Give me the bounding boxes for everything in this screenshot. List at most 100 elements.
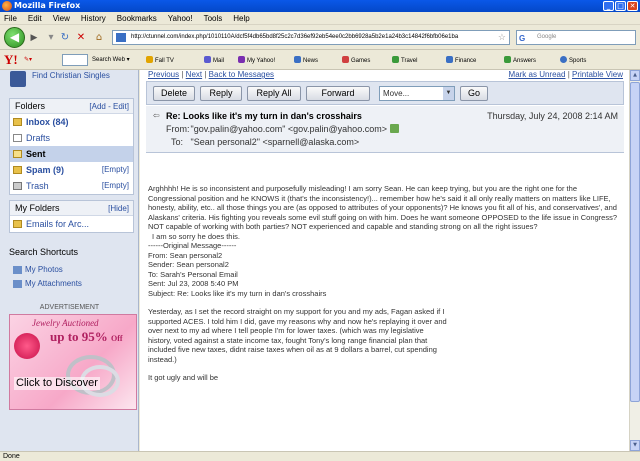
trash-icon	[13, 182, 22, 190]
forward-arrow-icon[interactable]: ▶	[27, 31, 41, 45]
back-to-messages-link[interactable]: Back to Messages	[209, 70, 274, 79]
home-icon[interactable]: ⌂	[92, 31, 106, 45]
close-button[interactable]: ✕	[627, 1, 638, 11]
window-titlebar: Mozilla Firefox _ □ ✕	[0, 0, 640, 12]
folders-title: Folders	[15, 101, 46, 111]
my-folders-title: My Folders	[15, 203, 60, 213]
forward-button[interactable]: Forward	[306, 86, 370, 101]
folder-spam[interactable]: Spam (9) [Empty]	[10, 162, 133, 178]
to-address[interactable]: "Sean personal2" <sparnell@alaska.com>	[191, 137, 360, 147]
move-select[interactable]: Move... ▼	[379, 86, 455, 101]
stop-icon[interactable]: ✕	[74, 31, 88, 45]
yahoo-item-finance[interactable]: Finance	[446, 56, 476, 64]
to-line: To: "Sean personal2" <sparnell@alaska.co…	[166, 137, 359, 147]
folder-inbox[interactable]: Inbox (84)	[10, 114, 133, 130]
yahoo-logo-icon[interactable]: Y!	[4, 52, 18, 68]
advertisement-label: ADVERTISEMENT	[39, 304, 100, 311]
mail-sidebar: Find Christian Singles Folders [Add - Ed…	[0, 70, 139, 451]
yahoo-search-input[interactable]	[62, 54, 88, 66]
page-scrollbar[interactable]: ▲ ▼	[629, 70, 640, 451]
my-folders-hide-link[interactable]: [Hide]	[108, 201, 129, 216]
promo-icon	[10, 71, 26, 87]
yahoo-item-games[interactable]: Games	[342, 56, 370, 64]
shortcut-my-photos[interactable]: My Photos	[13, 265, 63, 274]
sent-icon	[13, 150, 22, 158]
menu-bar: File Edit View History Bookmarks Yahoo! …	[0, 12, 640, 25]
spam-empty-link[interactable]: [Empty]	[102, 162, 129, 178]
yahoo-item-travel[interactable]: Travel	[392, 56, 417, 64]
status-bar: Done	[0, 451, 640, 461]
menu-tools[interactable]: Tools	[204, 14, 223, 23]
previous-link[interactable]: Previous	[148, 70, 179, 79]
my-folders-header: My Folders [Hide]	[10, 201, 133, 216]
message-actions: Mark as Unread | Printable View	[508, 70, 623, 79]
ad-headline: Jewelry Auctioned	[32, 318, 99, 328]
add-contact-icon[interactable]	[390, 124, 400, 133]
body-paragraph: I am so sorry he does this.	[152, 231, 240, 241]
from-label: From:	[166, 124, 190, 134]
bookmark-star-icon[interactable]: ☆	[498, 31, 506, 44]
menu-file[interactable]: File	[4, 14, 17, 23]
pencil-icon[interactable]: ✎▾	[24, 56, 32, 63]
yahoo-item-mail[interactable]: Mail	[204, 56, 224, 64]
next-link[interactable]: Next	[186, 70, 202, 79]
shortcut-my-attachments[interactable]: My Attachments	[13, 279, 82, 288]
yahoo-item-answers[interactable]: Answers	[504, 56, 536, 64]
go-button[interactable]: Go	[460, 86, 488, 101]
scroll-up-icon[interactable]: ▲	[630, 70, 640, 81]
back-button[interactable]: ◀	[4, 27, 25, 48]
yahoo-item-sports[interactable]: Sports	[560, 56, 586, 64]
chevron-down-icon: ▼	[443, 87, 454, 100]
jewelry-ad[interactable]: Jewelry Auctioned up to 95% Off Click to…	[9, 314, 137, 410]
folder-icon	[13, 220, 22, 228]
minimize-button[interactable]: _	[603, 1, 614, 11]
message-toolbar: Delete Reply Reply All Forward Move... ▼…	[146, 81, 624, 105]
printable-view-link[interactable]: Printable View	[572, 70, 623, 79]
message-date: Thursday, July 24, 2008 2:14 AM	[487, 111, 618, 121]
attachments-icon	[13, 280, 22, 288]
mark-unread-link[interactable]: Mark as Unread	[509, 70, 566, 79]
reply-all-button[interactable]: Reply All	[247, 86, 301, 101]
yahoo-toolbar: Y! ✎▾ Search Web ▾ Fall TV Mail My Yahoo…	[0, 50, 640, 70]
search-input[interactable]: G Google	[516, 30, 636, 45]
google-icon: G	[519, 34, 526, 43]
yahoo-search-web-button[interactable]: Search Web ▾	[92, 56, 130, 63]
yahoo-item-news[interactable]: News	[294, 56, 318, 64]
yahoo-item-fall-tv[interactable]: Fall TV	[146, 56, 174, 64]
message-body: Arghhhh! He is so inconsistent and purpo…	[148, 184, 626, 392]
folder-drafts[interactable]: Drafts	[10, 130, 133, 146]
folder-sent[interactable]: Sent	[10, 146, 133, 162]
folder-trash[interactable]: Trash [Empty]	[10, 178, 133, 194]
scroll-thumb[interactable]	[630, 82, 640, 402]
trash-empty-link[interactable]: [Empty]	[102, 178, 129, 194]
reload-icon[interactable]: ↻	[58, 31, 72, 45]
drafts-icon	[13, 134, 22, 142]
to-label: To:	[171, 137, 184, 147]
menu-bookmarks[interactable]: Bookmarks	[117, 14, 157, 23]
reply-button[interactable]: Reply	[200, 86, 242, 101]
body-paragraph: Yesterday, as I set the record straight …	[148, 307, 447, 364]
window-title: Mozilla Firefox	[14, 1, 81, 10]
body-paragraph: It got ugly and will be	[148, 373, 219, 382]
quoted-header: ------Original Message------ From: Sean …	[148, 241, 327, 298]
yahoo-item-my-yahoo[interactable]: My Yahoo!	[238, 56, 275, 64]
folders-add-edit-link[interactable]: [Add - Edit]	[89, 99, 129, 114]
message-header: ⇦ Re: Looks like it's my turn in dan's c…	[146, 106, 624, 153]
menu-edit[interactable]: Edit	[28, 14, 42, 23]
menu-history[interactable]: History	[81, 14, 106, 23]
menu-yahoo[interactable]: Yahoo!	[168, 14, 193, 23]
spam-icon	[13, 166, 22, 174]
folder-emails-for-arc[interactable]: Emails for Arc...	[10, 216, 133, 232]
scroll-down-icon[interactable]: ▼	[630, 440, 640, 451]
delete-button[interactable]: Delete	[153, 86, 195, 101]
dropdown-arrow-icon[interactable]: ▾	[44, 31, 58, 45]
url-bar[interactable]: http://ctunnel.com/index.php/1010110A/dc…	[112, 30, 510, 45]
from-line: From: "gov.palin@yahoo.com" <gov.palin@y…	[166, 124, 400, 134]
promo-link[interactable]: Find Christian Singles	[10, 71, 132, 87]
search-shortcuts-title: Search Shortcuts	[9, 247, 79, 257]
from-address[interactable]: "gov.palin@yahoo.com" <gov.palin@yahoo.c…	[191, 124, 387, 134]
menu-help[interactable]: Help	[233, 14, 249, 23]
maximize-button[interactable]: □	[615, 1, 626, 11]
firefox-icon	[2, 1, 12, 11]
menu-view[interactable]: View	[53, 14, 70, 23]
